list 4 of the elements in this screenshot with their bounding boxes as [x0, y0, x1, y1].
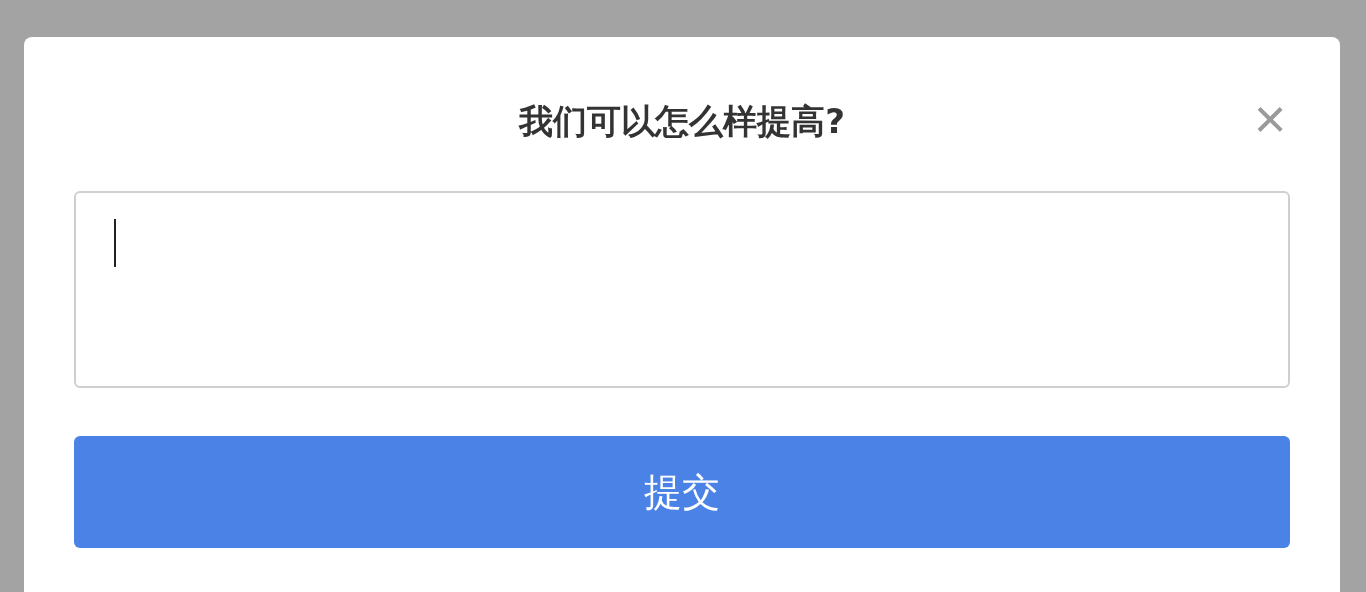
input-field[interactable]	[74, 191, 1290, 388]
submit-button[interactable]: 提交	[74, 436, 1290, 548]
dialog-title: 我们可以怎么样提高?	[519, 100, 845, 143]
close-button[interactable]: ×	[1248, 97, 1292, 141]
